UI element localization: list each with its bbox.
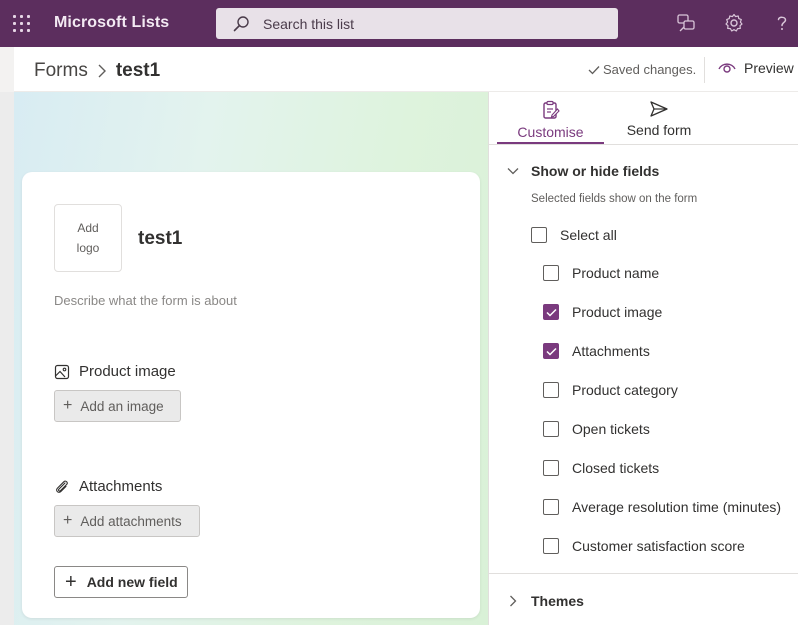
left-page-gutter xyxy=(0,47,14,625)
tab-customise-label: Customise xyxy=(517,124,584,140)
add-logo-label-line2: logo xyxy=(76,241,100,255)
app-launcher-icon[interactable] xyxy=(13,15,30,32)
left-page-gutter-top xyxy=(0,47,14,92)
themes-title: Themes xyxy=(531,593,584,609)
field-checkbox-row[interactable]: Open tickets xyxy=(543,421,650,437)
field-checkbox-row[interactable]: Product category xyxy=(543,382,678,398)
field-checkbox-label: Attachments xyxy=(572,343,650,359)
add-image-button[interactable]: + Add an image xyxy=(54,390,181,422)
image-icon xyxy=(54,364,70,379)
plus-icon: + xyxy=(63,512,73,529)
field-checkbox-label: Product name xyxy=(572,265,660,281)
header-divider xyxy=(704,57,705,83)
tab-customise[interactable]: Customise xyxy=(497,92,604,144)
field-checkbox-row[interactable]: Customer satisfaction score xyxy=(543,538,745,554)
field-checkbox-label: Customer satisfaction score xyxy=(572,538,745,554)
app-name[interactable]: Microsoft Lists xyxy=(54,14,169,32)
checkbox[interactable] xyxy=(543,460,559,476)
field-checkbox-row[interactable]: Product image xyxy=(543,304,662,320)
add-logo-label-line1: Add xyxy=(77,221,99,235)
checkbox[interactable] xyxy=(543,265,559,281)
checkmark-icon xyxy=(545,347,557,356)
send-icon xyxy=(650,101,668,117)
add-new-field-button[interactable]: + Add new field xyxy=(54,566,188,598)
saved-status-text: Saved changes. xyxy=(603,62,697,77)
page-header: Forms test1 Saved changes. Preview xyxy=(14,47,798,92)
plus-icon: + xyxy=(63,397,73,414)
preview-label: Preview xyxy=(744,60,794,76)
eye-icon xyxy=(718,63,736,73)
select-all-checkbox[interactable] xyxy=(531,227,547,243)
customise-panel: Customise Send form Show or hide fields … xyxy=(488,92,798,625)
field-checkbox-row[interactable]: Attachments xyxy=(543,343,650,359)
breadcrumb-forms-link[interactable]: Forms xyxy=(34,60,88,82)
checkbox[interactable] xyxy=(543,421,559,437)
field-checkbox-label: Average resolution time (minutes) xyxy=(572,499,782,515)
plus-icon: + xyxy=(65,571,77,593)
field-label-text: Attachments xyxy=(79,478,163,495)
help-icon[interactable] xyxy=(771,12,793,34)
form-card: Add logo test1 Describe what the form is… xyxy=(22,172,480,618)
checkmark-icon xyxy=(545,308,557,317)
breadcrumb: Forms test1 xyxy=(34,60,160,82)
chevron-right-icon xyxy=(98,64,106,78)
search-input[interactable]: Search this list xyxy=(263,16,354,32)
checkbox[interactable] xyxy=(543,538,559,554)
saved-status: Saved changes. xyxy=(588,62,696,77)
field-label-product-image: Product image xyxy=(54,363,176,380)
add-attachments-label: Add attachments xyxy=(80,513,182,529)
preview-button[interactable]: Preview xyxy=(718,60,794,76)
tab-send-label: Send form xyxy=(626,122,692,138)
panel-divider xyxy=(489,573,798,574)
field-checkbox-label: Open tickets xyxy=(572,421,650,437)
add-new-field-label: Add new field xyxy=(86,574,178,590)
checkbox[interactable] xyxy=(543,382,559,398)
paperclip-icon xyxy=(56,480,68,493)
search-box[interactable]: Search this list xyxy=(216,8,618,39)
search-icon xyxy=(233,16,249,32)
select-all-checkbox-row[interactable]: Select all xyxy=(531,227,617,243)
add-attachments-button[interactable]: + Add attachments xyxy=(54,505,200,537)
checkbox-checked[interactable] xyxy=(543,343,559,359)
show-hide-fields-subtitle: Selected fields show on the form xyxy=(531,193,698,205)
tabs-divider xyxy=(489,144,798,145)
chevron-down-icon xyxy=(507,168,519,175)
field-checkbox-row[interactable]: Closed tickets xyxy=(543,460,659,476)
add-image-label: Add an image xyxy=(80,398,164,414)
field-checkbox-label: Product category xyxy=(572,382,678,398)
field-label-attachments: Attachments xyxy=(54,478,162,495)
edit-form-icon xyxy=(542,100,560,119)
select-all-label: Select all xyxy=(560,227,617,243)
chevron-right-icon xyxy=(510,595,517,607)
tab-send-form[interactable]: Send form xyxy=(613,92,705,144)
form-title[interactable]: test1 xyxy=(138,228,182,250)
field-checkbox-label: Product image xyxy=(572,304,663,320)
field-checkbox-row[interactable]: Average resolution time (minutes) xyxy=(543,499,781,515)
field-label-text: Product image xyxy=(79,363,176,380)
breadcrumb-current: test1 xyxy=(115,60,161,81)
show-hide-fields-header[interactable]: Show or hide fields xyxy=(507,163,659,179)
settings-gear-icon[interactable] xyxy=(723,12,745,34)
suite-bar: Microsoft Lists Search this list xyxy=(0,0,798,47)
feedback-icon[interactable] xyxy=(675,12,697,34)
checkbox[interactable] xyxy=(543,499,559,515)
themes-header[interactable]: Themes xyxy=(507,593,584,609)
add-logo-button[interactable]: Add logo xyxy=(54,204,122,272)
checkmark-icon xyxy=(588,65,600,74)
show-hide-fields-title: Show or hide fields xyxy=(531,163,660,179)
field-checkbox-label: Closed tickets xyxy=(572,460,660,476)
field-checkbox-row[interactable]: Product name xyxy=(543,265,659,281)
checkbox-checked[interactable] xyxy=(543,304,559,320)
form-description-input[interactable]: Describe what the form is about xyxy=(54,293,237,308)
